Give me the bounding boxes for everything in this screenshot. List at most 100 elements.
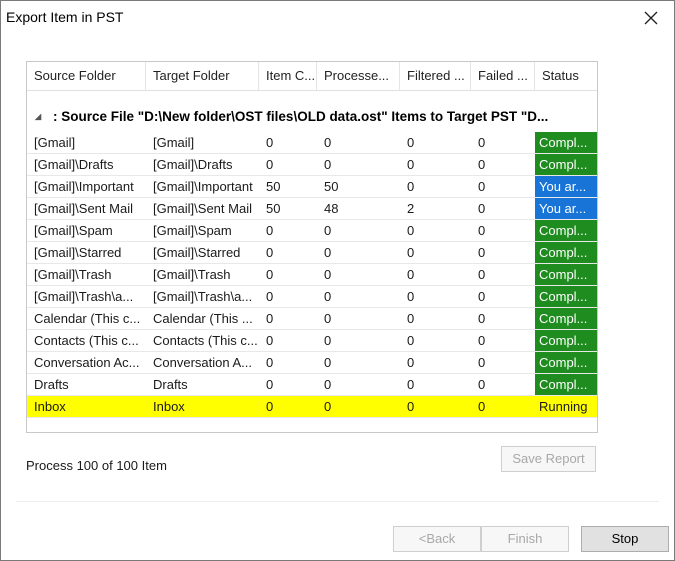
item-count-cell: 0 xyxy=(266,267,274,282)
item-count-cell: 0 xyxy=(266,135,274,150)
column-header-source-folder[interactable]: Source Folder xyxy=(27,62,146,90)
source-folder-cell: [Gmail] xyxy=(34,135,76,150)
target-folder-cell: Inbox xyxy=(153,399,185,414)
window-title: Export Item in PST xyxy=(6,9,124,25)
column-header-target-folder[interactable]: Target Folder xyxy=(146,62,259,90)
filtered-cell: 0 xyxy=(407,333,415,348)
grid-header: Source Folder Target Folder Item C... Pr… xyxy=(27,62,597,91)
processed-cell: 0 xyxy=(324,377,332,392)
collapse-triangle-icon[interactable]: ◢ xyxy=(35,106,41,128)
item-count-cell: 0 xyxy=(266,355,274,370)
failed-cell: 0 xyxy=(478,289,486,304)
close-icon xyxy=(644,11,658,24)
close-button[interactable] xyxy=(628,1,674,34)
source-folder-cell: [Gmail]\Trash\a... xyxy=(34,289,134,304)
table-row[interactable]: [Gmail]\Trash\a... [Gmail]\Trash\a... 0 0 0 0… xyxy=(27,286,597,308)
item-count-cell: 0 xyxy=(266,223,274,238)
item-count-cell: 50 xyxy=(266,201,281,216)
table-row[interactable]: Calendar (This c... Calendar (This ... 0 0 0… xyxy=(27,308,597,330)
progress-text: Process 100 of 100 Item xyxy=(26,458,167,473)
export-status-grid[interactable]: Source Folder Target Folder Item C... Pr… xyxy=(26,61,598,433)
table-row[interactable]: Drafts Drafts 0 0 0 0 Compl... xyxy=(27,374,597,396)
processed-cell: 0 xyxy=(324,399,332,414)
processed-cell: 0 xyxy=(324,245,332,260)
filtered-cell: 2 xyxy=(407,201,415,216)
column-header-filtered[interactable]: Filtered ... xyxy=(400,62,471,90)
status-cell: Compl... xyxy=(535,308,597,329)
status-cell: Compl... xyxy=(535,352,597,373)
status-cell: Running xyxy=(539,399,588,414)
source-folder-cell: [Gmail]\Sent Mail xyxy=(34,201,133,216)
item-count-cell: 0 xyxy=(266,333,274,348)
item-count-cell: 0 xyxy=(266,311,274,326)
failed-cell: 0 xyxy=(478,245,486,260)
group-row[interactable]: ◢ : Source File "D:\New folder\OST files… xyxy=(27,106,597,128)
filtered-cell: 0 xyxy=(407,377,415,392)
failed-cell: 0 xyxy=(478,157,486,172)
table-row[interactable]: [Gmail]\Sent Mail [Gmail]\Sent Mail 50 48 2 0… xyxy=(27,198,597,220)
target-folder-cell: Conversation A... xyxy=(153,355,252,370)
failed-cell: 0 xyxy=(478,377,486,392)
status-cell: Compl... xyxy=(535,220,597,241)
table-row[interactable]: Contacts (This c... Contacts (This c... 0 0… xyxy=(27,330,597,352)
target-folder-cell: [Gmail]\Trash xyxy=(153,267,231,282)
failed-cell: 0 xyxy=(478,399,486,414)
processed-cell: 0 xyxy=(324,157,332,172)
item-count-cell: 0 xyxy=(266,245,274,260)
column-header-processed[interactable]: Processe... xyxy=(317,62,400,90)
source-folder-cell: [Gmail]\Drafts xyxy=(34,157,114,172)
table-row[interactable]: [Gmail]\Important [Gmail]\Important 50 50 0 0… xyxy=(27,176,597,198)
table-row[interactable]: Conversation Ac... Conversation A... 0 0 0 0 C… xyxy=(27,352,597,374)
source-folder-cell: [Gmail]\Starred xyxy=(34,245,122,260)
item-count-cell: 0 xyxy=(266,289,274,304)
source-folder-cell: [Gmail]\Important xyxy=(34,179,134,194)
status-cell: Compl... xyxy=(535,374,597,395)
column-header-status[interactable]: Status xyxy=(535,62,597,90)
grid-rows: [Gmail] [Gmail] 0 0 0 0 Compl... [Gmail]\Drafts… xyxy=(27,132,597,418)
target-folder-cell: [Gmail] xyxy=(153,135,195,150)
failed-cell: 0 xyxy=(478,311,486,326)
divider xyxy=(16,501,659,502)
status-cell: You ar... xyxy=(535,176,597,197)
item-count-cell: 0 xyxy=(266,157,274,172)
source-folder-cell: [Gmail]\Trash xyxy=(34,267,112,282)
group-row-label: : Source File "D:\New folder\OST files\O… xyxy=(53,109,549,124)
failed-cell: 0 xyxy=(478,223,486,238)
status-cell: Compl... xyxy=(535,264,597,285)
table-row[interactable]: [Gmail] [Gmail] 0 0 0 0 Compl... xyxy=(27,132,597,154)
target-folder-cell: [Gmail]\Starred xyxy=(153,245,241,260)
table-row[interactable]: [Gmail]\Spam [Gmail]\Spam 0 0 0 0 Compl... xyxy=(27,220,597,242)
filtered-cell: 0 xyxy=(407,157,415,172)
filtered-cell: 0 xyxy=(407,355,415,370)
processed-cell: 0 xyxy=(324,223,332,238)
target-folder-cell: Drafts xyxy=(153,377,188,392)
status-cell: Compl... xyxy=(535,154,597,175)
failed-cell: 0 xyxy=(478,135,486,150)
column-header-item-count[interactable]: Item C... xyxy=(259,62,317,90)
table-row[interactable]: [Gmail]\Starred [Gmail]\Starred 0 0 0 0 Compl.… xyxy=(27,242,597,264)
status-cell: Compl... xyxy=(535,132,597,153)
filtered-cell: 0 xyxy=(407,179,415,194)
target-folder-cell: [Gmail]\Important xyxy=(153,179,253,194)
processed-cell: 48 xyxy=(324,201,339,216)
status-cell: Compl... xyxy=(535,286,597,307)
processed-cell: 0 xyxy=(324,135,332,150)
table-row[interactable]: [Gmail]\Drafts [Gmail]\Drafts 0 0 0 0 Compl... xyxy=(27,154,597,176)
column-header-failed[interactable]: Failed ... xyxy=(471,62,535,90)
processed-cell: 0 xyxy=(324,289,332,304)
filtered-cell: 0 xyxy=(407,311,415,326)
title-bar: Export Item in PST xyxy=(1,1,674,34)
save-report-button[interactable]: Save Report xyxy=(501,446,596,472)
table-row[interactable]: [Gmail]\Trash [Gmail]\Trash 0 0 0 0 Compl... xyxy=(27,264,597,286)
stop-button[interactable]: Stop xyxy=(581,526,669,552)
target-folder-cell: [Gmail]\Drafts xyxy=(153,157,233,172)
processed-cell: 0 xyxy=(324,311,332,326)
filtered-cell: 0 xyxy=(407,399,415,414)
filtered-cell: 0 xyxy=(407,135,415,150)
processed-cell: 0 xyxy=(324,267,332,282)
target-folder-cell: [Gmail]\Spam xyxy=(153,223,232,238)
filtered-cell: 0 xyxy=(407,245,415,260)
table-row[interactable]: Inbox Inbox 0 0 0 0 Running xyxy=(27,396,597,418)
back-button[interactable]: <Back xyxy=(393,526,481,552)
finish-button[interactable]: Finish xyxy=(481,526,569,552)
